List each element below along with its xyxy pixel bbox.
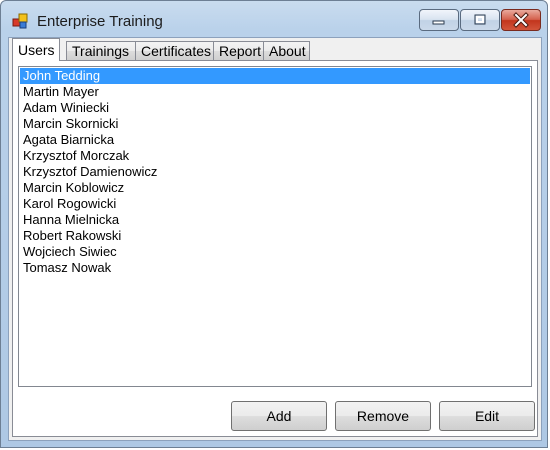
maximize-button[interactable]: [460, 9, 500, 31]
window-title: Enterprise Training: [37, 13, 163, 30]
add-button[interactable]: Add: [231, 401, 327, 431]
users-tab-page: John Tedding Martin Mayer Adam Winiecki …: [12, 60, 538, 437]
app-icon: [12, 13, 28, 29]
list-item[interactable]: Krzysztof Damienowicz: [20, 164, 530, 180]
users-listbox[interactable]: John Tedding Martin Mayer Adam Winiecki …: [18, 66, 532, 387]
list-item[interactable]: Adam Winiecki: [20, 100, 530, 116]
client-area: Users Trainings Certificates Report Abou…: [8, 37, 542, 441]
tab-users[interactable]: Users: [12, 38, 60, 61]
tab-about[interactable]: About: [263, 41, 310, 60]
tab-certificates[interactable]: Certificates: [135, 41, 214, 60]
list-item[interactable]: Marcin Skornicki: [20, 116, 530, 132]
minimize-icon: [432, 20, 445, 25]
list-item[interactable]: Robert Rakowski: [20, 228, 530, 244]
list-item[interactable]: Karol Rogowicki: [20, 196, 530, 212]
list-item[interactable]: Krzysztof Morczak: [20, 148, 530, 164]
list-item[interactable]: Wojciech Siwiec: [20, 244, 530, 260]
list-item[interactable]: Martin Mayer: [20, 84, 530, 100]
title-bar[interactable]: Enterprise Training: [1, 1, 547, 37]
edit-button[interactable]: Edit: [439, 401, 535, 431]
tab-report[interactable]: Report: [213, 41, 264, 60]
minimize-button[interactable]: [419, 9, 459, 31]
list-item[interactable]: Agata Biarnicka: [20, 132, 530, 148]
list-item[interactable]: Tomasz Nowak: [20, 260, 530, 276]
remove-button[interactable]: Remove: [335, 401, 431, 431]
close-button[interactable]: [501, 9, 541, 31]
app-window: Enterprise Training Users Trainings Cert…: [0, 0, 548, 448]
list-item[interactable]: Hanna Mielnicka: [20, 212, 530, 228]
tab-trainings[interactable]: Trainings: [66, 41, 137, 60]
tab-strip: Users Trainings Certificates Report Abou…: [12, 38, 532, 61]
maximize-icon: [474, 14, 486, 25]
close-icon: [513, 12, 529, 28]
list-item[interactable]: Marcin Koblowicz: [20, 180, 530, 196]
list-item[interactable]: John Tedding: [20, 68, 530, 84]
